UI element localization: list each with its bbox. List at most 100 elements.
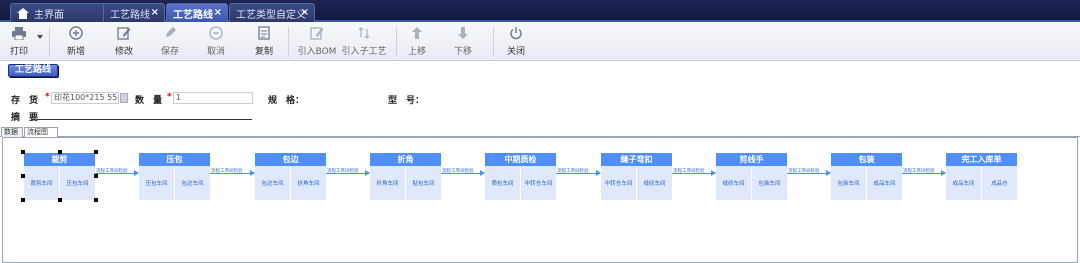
flow-node-cell: 中转仓车间 bbox=[604, 181, 633, 187]
home-icon bbox=[17, 7, 29, 19]
flow-node-title: 剪线手 bbox=[716, 153, 787, 166]
power-icon bbox=[507, 24, 525, 42]
selection-handle[interactable] bbox=[94, 150, 98, 154]
flow-node-cell: 缝纫车间 bbox=[636, 166, 672, 200]
print-label: 打印 bbox=[9, 47, 28, 57]
selection-handle[interactable] bbox=[21, 174, 25, 178]
close-icon[interactable]: × bbox=[151, 7, 159, 18]
save-label: 保存 bbox=[160, 47, 179, 57]
flow-node-title: 裁剪 bbox=[24, 153, 95, 166]
add-icon bbox=[67, 24, 85, 42]
flow-connector-label: 流程工序间检验 bbox=[211, 169, 243, 174]
flow-node[interactable]: 压包 压包车间 包边车间 bbox=[139, 153, 210, 200]
copy-icon bbox=[255, 24, 273, 42]
flow-node-cell: 包装车间 bbox=[751, 166, 787, 200]
sort-icon bbox=[355, 24, 373, 42]
flow-connector-label: 流程工序间检验 bbox=[442, 169, 474, 174]
cancel-button[interactable]: 取消 bbox=[203, 24, 229, 59]
tab-process-type[interactable]: 工艺类型自定义 × bbox=[229, 3, 315, 22]
tab-data[interactable]: 数据 bbox=[1, 127, 23, 137]
process-route-button[interactable]: 工艺路线 bbox=[8, 64, 58, 77]
flow-node[interactable]: 剪线手 缝纫车间 包装车间 bbox=[716, 153, 787, 200]
flow-node-cell: 贴包车间 bbox=[405, 166, 441, 200]
flow-node-cell: 成品车间 bbox=[866, 166, 902, 200]
import-sub-button[interactable]: 引入子工艺 bbox=[341, 24, 387, 59]
stock-required-mark: * bbox=[45, 92, 50, 102]
move-down-label: 下移 bbox=[453, 47, 472, 57]
flow-node-title: 包装 bbox=[831, 153, 902, 166]
close-icon[interactable]: × bbox=[214, 7, 222, 18]
arrow-up-icon bbox=[408, 24, 426, 42]
flow-connector-label: 流程工序间检验 bbox=[903, 169, 935, 174]
flow-connector-label: 流程工序间检验 bbox=[327, 169, 359, 174]
summary-field[interactable] bbox=[36, 119, 252, 120]
close-button[interactable]: 关闭 bbox=[503, 24, 529, 59]
flow-node-body: 包装车间 成品车间 bbox=[831, 166, 902, 200]
flow-node-cell: 包装车间 bbox=[837, 181, 860, 187]
move-down-button[interactable]: 下移 bbox=[450, 24, 476, 59]
flow-node[interactable]: 缝子弯扣 中转仓车间 缝纫车间 bbox=[601, 153, 672, 200]
flow-node-cell: 裁剪车间 bbox=[30, 181, 53, 187]
print-button[interactable]: 打印 bbox=[8, 24, 30, 59]
tab-route-2[interactable]: 工艺路线 × bbox=[166, 3, 228, 22]
flow-connector-label: 流程工序间检验 bbox=[96, 169, 128, 174]
flow-node[interactable]: 完工入库单 成品车间 成品仓 bbox=[946, 153, 1017, 200]
flow-node-cell: 包边车间 bbox=[261, 181, 284, 187]
edit-button[interactable]: 修改 bbox=[111, 24, 137, 59]
flow-node-title: 缝子弯扣 bbox=[601, 153, 672, 166]
copy-button[interactable]: 复制 bbox=[251, 24, 277, 59]
move-up-button[interactable]: 上移 bbox=[404, 24, 430, 59]
flow-node-body: 包边车间 折角车间 bbox=[255, 166, 326, 200]
flow-node[interactable]: 中期质检 质检车间 中转仓车间 bbox=[485, 153, 556, 200]
spec-label: 规 格： bbox=[268, 96, 305, 106]
flow-node-title: 压包 bbox=[139, 153, 210, 166]
flow-connector-label: 流程工序间检验 bbox=[673, 169, 705, 174]
flow-node[interactable]: 包边 包边车间 折角车间 bbox=[255, 153, 326, 200]
selection-handle[interactable] bbox=[57, 198, 62, 202]
flow-node-body: 压包车间 包边车间 bbox=[139, 166, 210, 200]
selection-handle[interactable] bbox=[21, 198, 25, 202]
flow-node[interactable]: 裁剪 裁剪车间 压包车间 bbox=[24, 153, 95, 200]
flow-node-body: 缝纫车间 包装车间 bbox=[716, 166, 787, 200]
flow-connector-label: 流程工序间检验 bbox=[788, 169, 820, 174]
flow-node-cell: 质检车间 bbox=[491, 181, 514, 187]
tab-route-1[interactable]: 工艺路线 × bbox=[103, 3, 165, 22]
qty-field[interactable]: 1 bbox=[173, 92, 253, 104]
tab-process-type-label: 工艺类型自定义 bbox=[236, 9, 306, 21]
arrow-down-icon bbox=[454, 24, 472, 42]
edit-label: 修改 bbox=[114, 47, 133, 57]
chevron-down-icon[interactable] bbox=[37, 35, 43, 39]
flow-node-cell: 压包车间 bbox=[145, 181, 168, 187]
cancel-label: 取消 bbox=[206, 47, 225, 57]
printer-icon bbox=[10, 24, 28, 42]
toolbar-divider bbox=[288, 27, 289, 57]
flow-node-cell: 中转仓车间 bbox=[520, 166, 556, 200]
move-up-label: 上移 bbox=[407, 47, 426, 57]
flow-node-body: 成品车间 成品仓 bbox=[946, 166, 1017, 200]
flow-node-body: 质检车间 中转仓车间 bbox=[485, 166, 556, 200]
flow-node-body: 中转仓车间 缝纫车间 bbox=[601, 166, 672, 200]
flow-node-cell: 折角车间 bbox=[376, 181, 399, 187]
copy-label: 复制 bbox=[254, 47, 273, 57]
import-bom-label: 引入BOM bbox=[297, 47, 337, 57]
close-icon[interactable]: × bbox=[301, 7, 309, 18]
flow-node[interactable]: 折角 折角车间 贴包车间 bbox=[370, 153, 441, 200]
save-button[interactable]: 保存 bbox=[157, 24, 183, 59]
model-label: 型 号： bbox=[388, 96, 425, 106]
add-button[interactable]: 新增 bbox=[63, 24, 89, 59]
stock-field[interactable]: 印花100*215 55g bbox=[51, 92, 119, 104]
selection-handle[interactable] bbox=[94, 198, 98, 202]
toolbar-divider bbox=[49, 27, 50, 57]
stock-lookup-button[interactable] bbox=[120, 93, 128, 103]
selection-handle[interactable] bbox=[21, 150, 25, 154]
tab-flowchart[interactable]: 流程图 bbox=[24, 127, 58, 137]
stock-label: 存 货 bbox=[11, 96, 39, 106]
selection-handle[interactable] bbox=[94, 174, 98, 178]
flow-node-title: 中期质检 bbox=[485, 153, 556, 166]
view-tabs: 数据 流程图 bbox=[0, 127, 1080, 137]
import-bom-button[interactable]: 引入BOM bbox=[298, 24, 336, 59]
flow-node[interactable]: 包装 包装车间 成品车间 bbox=[831, 153, 902, 200]
flowchart-canvas[interactable]: 裁剪 裁剪车间 压包车间 流程工序间检验 压包 压包车间 包边车间 流程工序间检验 包边 包边车间… bbox=[2, 137, 1078, 263]
tab-route-2-label: 工艺路线 bbox=[173, 9, 213, 21]
selection-handle[interactable] bbox=[57, 150, 62, 154]
